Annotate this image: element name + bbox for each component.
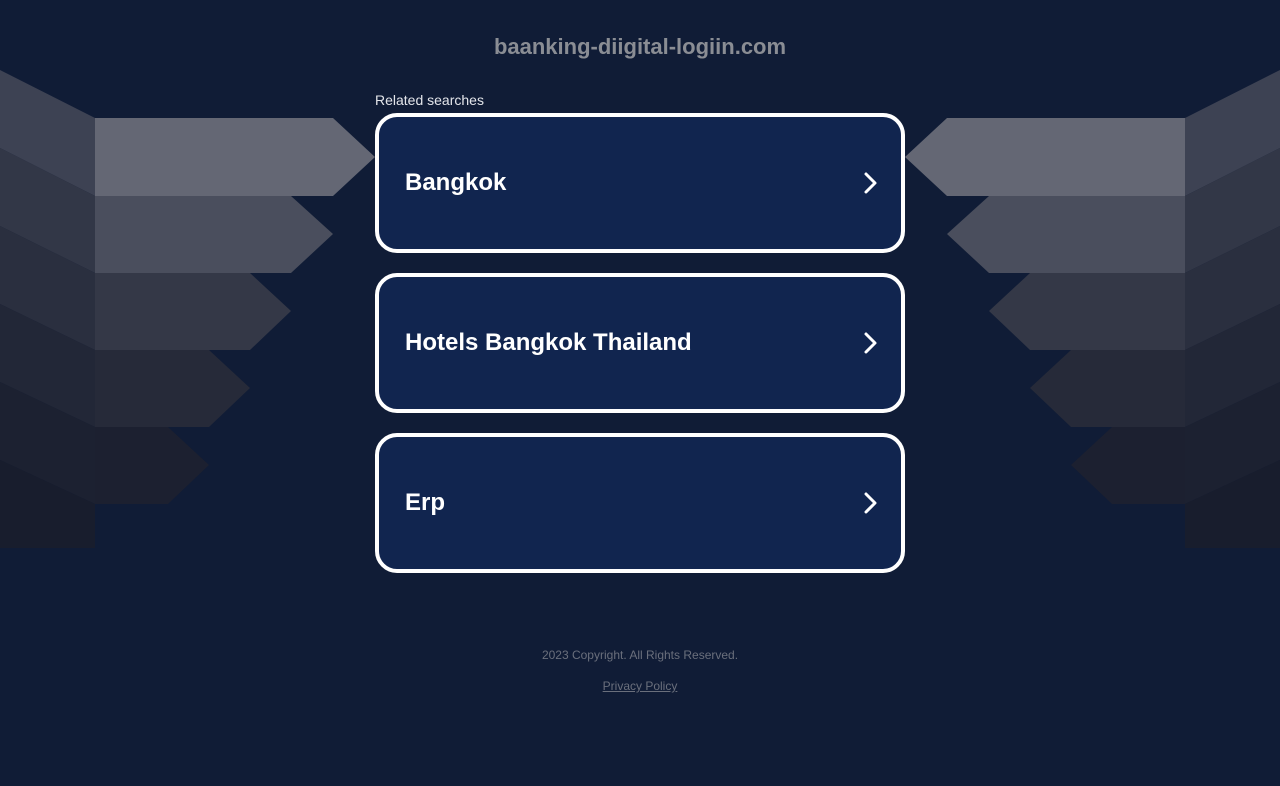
related-search-label: Bangkok — [405, 169, 507, 196]
privacy-policy-link[interactable]: Privacy Policy — [603, 679, 678, 693]
footer-copyright: 2023 Copyright. All Rights Reserved. — [541, 648, 739, 662]
related-search-label: Erp — [405, 489, 446, 516]
footer-privacy-container: Privacy Policy — [0, 678, 1280, 694]
related-searches-label: Related searches — [375, 92, 484, 108]
chevron-right-icon — [864, 492, 877, 514]
chevron-right-icon — [864, 332, 877, 354]
related-search-card-bangkok[interactable]: Bangkok — [375, 113, 905, 253]
chevron-right-icon — [864, 172, 877, 194]
related-search-card-hotels-bangkok-thailand[interactable]: Hotels Bangkok Thailand — [375, 273, 905, 413]
related-search-card-erp[interactable]: Erp — [375, 433, 905, 573]
domain-title: baanking-diigital-logiin.com — [493, 34, 787, 59]
parked-domain-page: baanking-diigital-logiin.com Related sea… — [0, 0, 1280, 786]
related-search-label: Hotels Bangkok Thailand — [405, 329, 692, 356]
